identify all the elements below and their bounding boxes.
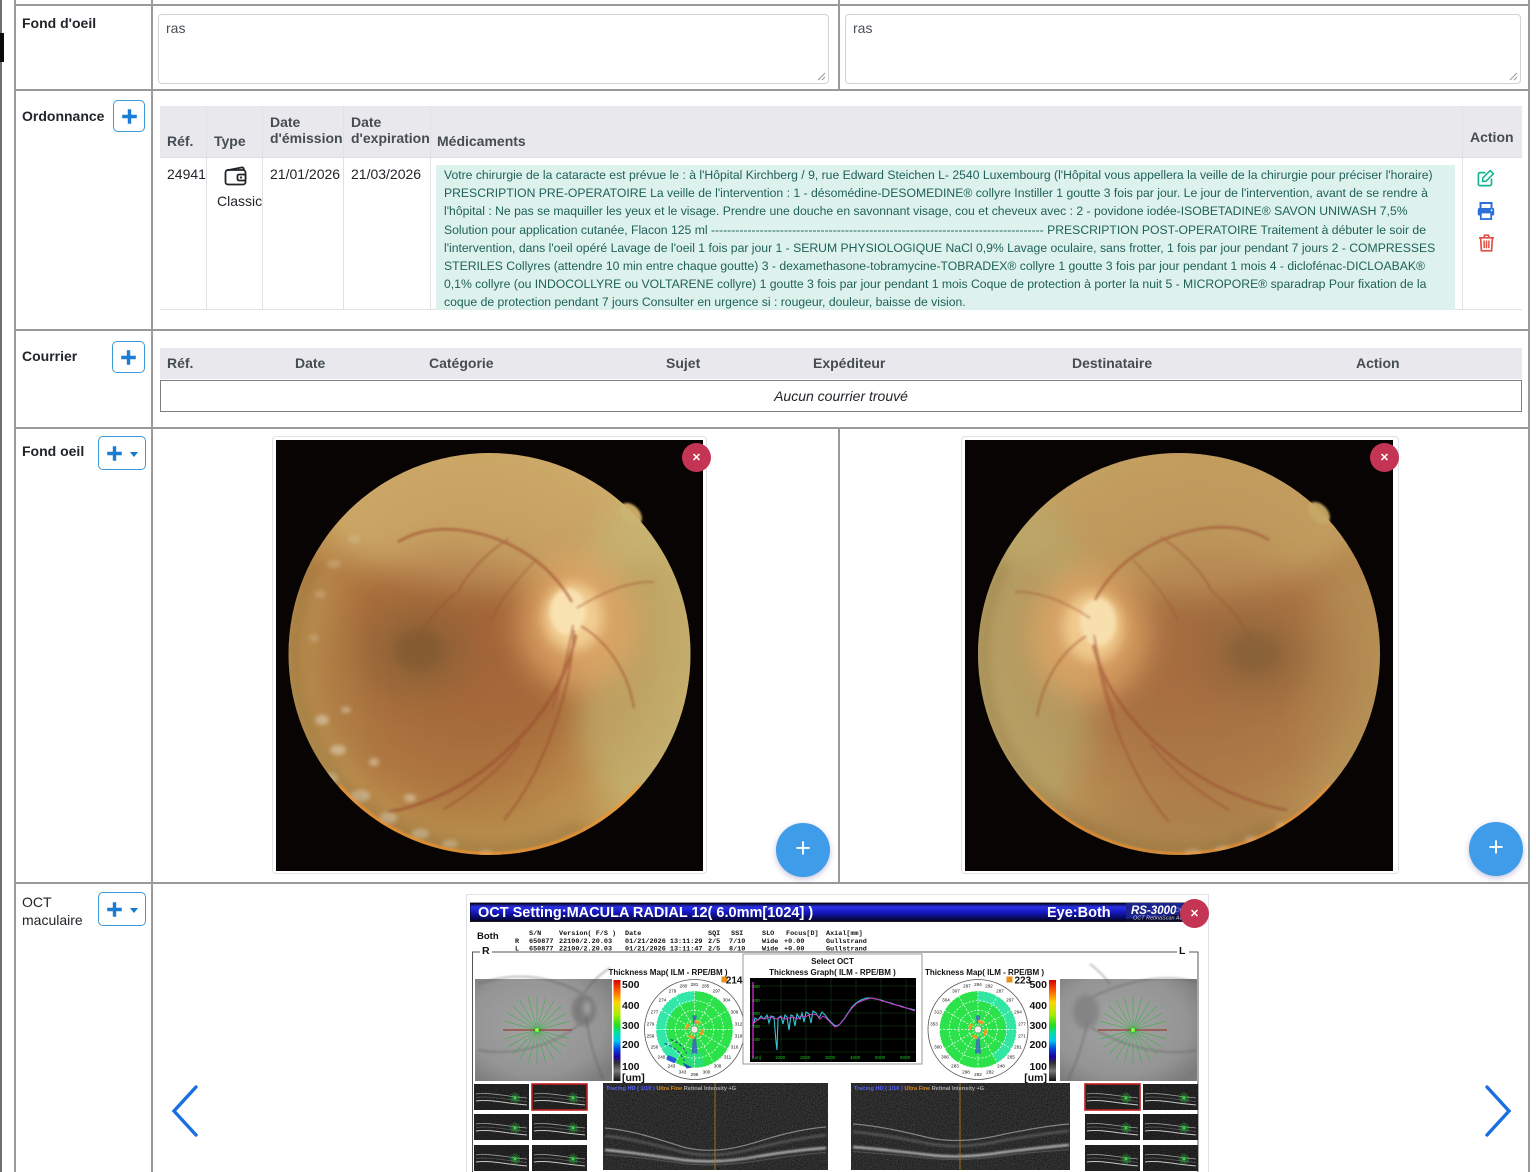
svg-text:304: 304 [942, 998, 950, 1003]
svg-text:343: 343 [679, 1070, 687, 1075]
svg-text:1000: 1000 [775, 1055, 786, 1060]
svg-text:Both: Both [477, 931, 499, 942]
svg-text:265: 265 [1007, 1055, 1015, 1060]
svg-text:OCT Setting:MACULA RADIAL 12(: OCT Setting:MACULA RADIAL 12( 6.0mm[1024… [478, 905, 813, 921]
svg-text:297: 297 [713, 989, 721, 994]
svg-text:400: 400 [622, 1000, 640, 1012]
svg-text:279: 279 [647, 1022, 655, 1027]
svg-text:280: 280 [680, 984, 688, 989]
svg-text:306: 306 [941, 1055, 949, 1060]
svg-text:Date: Date [625, 930, 641, 938]
svg-text:4000: 4000 [850, 1055, 861, 1060]
svg-text:L: L [1179, 945, 1186, 957]
svg-text:SLO: SLO [762, 930, 774, 938]
svg-text:Tracing HD ( 1/10 ) Ultra Fine: Tracing HD ( 1/10 ) Ultra Fine Retinal I… [854, 1086, 984, 1092]
svg-text:Tracing HD ( 1/10 ) Ultra Fine: Tracing HD ( 1/10 ) Ultra Fine Retinal I… [606, 1086, 736, 1092]
svg-text:271: 271 [1018, 1034, 1026, 1039]
svg-text:Thickness Graph( ILM - RPE/BM: Thickness Graph( ILM - RPE/BM ) [769, 968, 896, 977]
svg-text:300: 300 [703, 1070, 711, 1075]
svg-text:SSI: SSI [731, 930, 743, 938]
svg-text:200: 200 [622, 1039, 640, 1051]
svg-text:400: 400 [1029, 1000, 1047, 1012]
svg-text:318: 318 [735, 1034, 743, 1039]
svg-text:300: 300 [622, 1020, 640, 1032]
svg-text:Eye:Both: Eye:Both [1047, 905, 1111, 921]
svg-text:297: 297 [1006, 998, 1014, 1003]
svg-text:Focus[D]: Focus[D] [786, 930, 819, 938]
svg-text:282: 282 [986, 1070, 994, 1075]
svg-text:214: 214 [726, 976, 743, 987]
svg-text:264: 264 [1014, 1010, 1022, 1015]
svg-text:300: 300 [1029, 1020, 1047, 1032]
svg-text:6000: 6000 [900, 1055, 911, 1060]
svg-text:292: 292 [985, 984, 993, 989]
svg-text:3000: 3000 [825, 1055, 836, 1060]
svg-text:248: 248 [997, 1064, 1005, 1069]
svg-text:Select OCT: Select OCT [811, 957, 854, 966]
svg-text:313: 313 [934, 1010, 942, 1015]
svg-text:307: 307 [952, 989, 960, 994]
svg-text:277: 277 [1018, 1022, 1026, 1027]
svg-text:[um]: [um] [622, 1072, 645, 1084]
svg-text:274: 274 [659, 998, 667, 1003]
svg-text:500: 500 [622, 979, 640, 991]
svg-text:298: 298 [962, 1070, 970, 1075]
svg-text:353: 353 [930, 1022, 938, 1027]
svg-text:200: 200 [1029, 1039, 1047, 1051]
svg-text:277: 277 [651, 1010, 659, 1015]
svg-text:297: 297 [963, 984, 971, 989]
svg-text:5000: 5000 [875, 1055, 886, 1060]
svg-text:SQI: SQI [708, 930, 720, 938]
svg-text:292: 292 [974, 1072, 982, 1077]
svg-text:Axial[mm]: Axial[mm] [826, 930, 863, 938]
svg-text:285: 285 [702, 984, 710, 989]
svg-text:281: 281 [691, 982, 699, 987]
svg-text:Thickness Map( ILM - RPE/BM ): Thickness Map( ILM - RPE/BM ) [608, 968, 727, 977]
svg-text:316: 316 [731, 1045, 739, 1050]
svg-text:2000: 2000 [800, 1055, 811, 1060]
svg-text:R: R [482, 945, 490, 957]
svg-text:256: 256 [651, 1045, 659, 1050]
svg-text:283: 283 [951, 1064, 959, 1069]
svg-text:300: 300 [934, 1045, 942, 1050]
svg-text:258: 258 [647, 1034, 655, 1039]
svg-text:240: 240 [658, 1055, 666, 1060]
svg-text:294: 294 [974, 982, 982, 987]
svg-text:S/N: S/N [529, 930, 541, 938]
svg-text:312: 312 [735, 1022, 743, 1027]
svg-text:296: 296 [691, 1072, 699, 1077]
svg-text:[um]: [um] [1024, 1072, 1047, 1084]
svg-text:279: 279 [669, 989, 677, 994]
svg-text:304: 304 [723, 998, 731, 1003]
svg-text:311: 311 [724, 1055, 732, 1060]
svg-text:308: 308 [714, 1064, 722, 1069]
svg-text:243: 243 [668, 1064, 676, 1069]
svg-text:Version( F/S ): Version( F/S ) [559, 930, 616, 938]
svg-text:309: 309 [731, 1010, 739, 1015]
svg-text:500: 500 [1029, 979, 1047, 991]
svg-text:287: 287 [996, 989, 1004, 994]
svg-text:261: 261 [1014, 1045, 1022, 1050]
